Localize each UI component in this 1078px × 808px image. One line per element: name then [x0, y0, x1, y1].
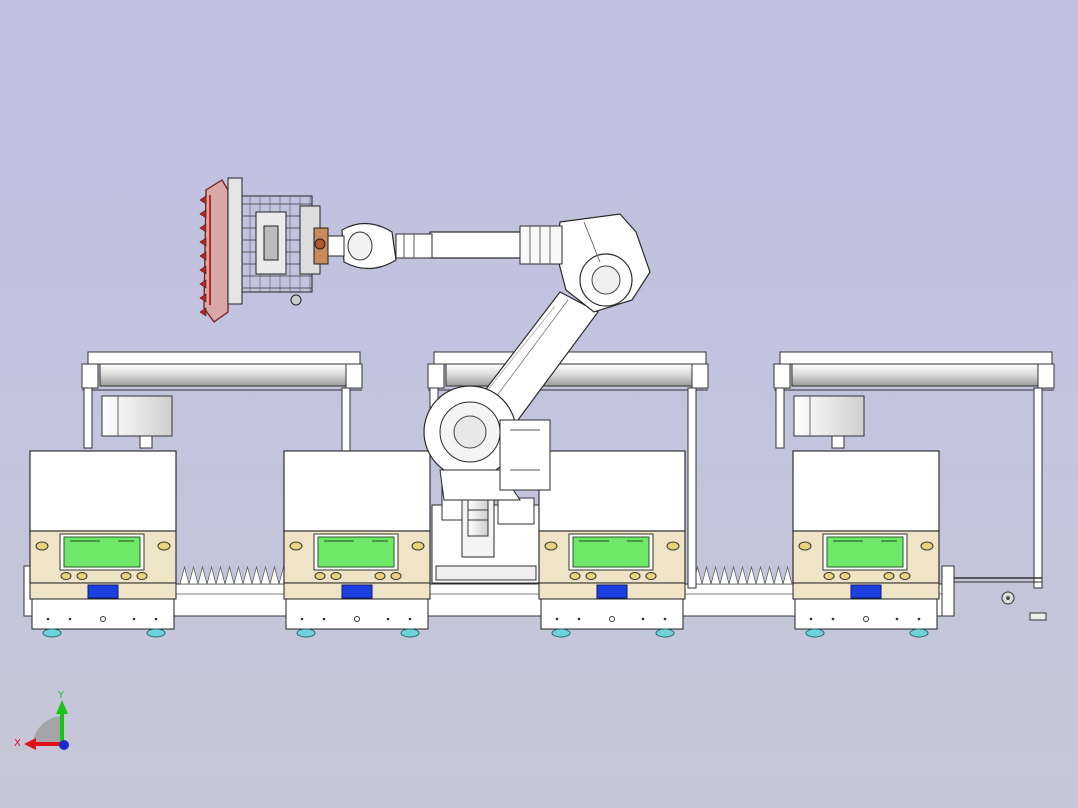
station-badge [341, 584, 373, 599]
cad-viewport[interactable]: X Y [0, 0, 1078, 808]
axis-triad: X Y [14, 690, 69, 750]
station-badge [87, 584, 119, 599]
workstation-4[interactable] [792, 450, 940, 638]
workstation-3[interactable] [538, 450, 686, 638]
side-cart [954, 577, 1047, 621]
station-badge [596, 584, 628, 599]
workstation-1[interactable] [29, 450, 177, 638]
z-axis-dot [59, 740, 69, 750]
station-badge [850, 584, 882, 599]
workstation-2[interactable] [283, 450, 431, 638]
gripper-end-effector[interactable] [199, 177, 329, 323]
x-axis-label: X [14, 738, 21, 749]
y-axis-label: Y [57, 690, 65, 701]
